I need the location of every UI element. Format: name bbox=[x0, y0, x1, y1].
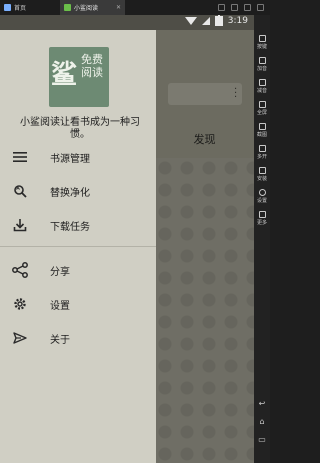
background-tab-label: 发现 bbox=[193, 133, 216, 146]
drawer-item-about[interactable]: 关于 bbox=[0, 323, 156, 353]
logo-big-char: 鲨 bbox=[51, 60, 78, 90]
send-icon bbox=[12, 330, 28, 346]
app-logo: 鲨 免费阅读 bbox=[49, 47, 109, 107]
toolbar-label: 设置 bbox=[256, 198, 267, 204]
toolbar-settings[interactable]: 设置 bbox=[254, 189, 270, 204]
home-icon: ⌂ bbox=[259, 417, 265, 426]
toolbar-label: 全屏 bbox=[256, 110, 267, 116]
toolbar-label: 加音 bbox=[256, 66, 267, 72]
back-icon: ↩ bbox=[258, 399, 266, 408]
minimize-window-icon[interactable] bbox=[231, 4, 238, 11]
menu-window-icon[interactable] bbox=[218, 4, 225, 11]
status-icons: 3:19 bbox=[184, 15, 248, 26]
background-tab-discover: 发现 bbox=[155, 120, 254, 158]
find-replace-icon bbox=[12, 183, 28, 199]
toolbar-label: 按键 bbox=[256, 44, 267, 50]
list-icon bbox=[12, 149, 28, 165]
toolbar-label: 多开 bbox=[256, 154, 267, 160]
gear-icon bbox=[258, 189, 266, 196]
status-bar: 3:19 bbox=[0, 15, 254, 30]
keyboard-icon bbox=[258, 35, 266, 42]
drawer-item-replace[interactable]: 替换净化 bbox=[0, 176, 156, 206]
drawer-item-settings[interactable]: 设置 bbox=[0, 289, 156, 319]
volume-down-icon bbox=[258, 79, 266, 86]
nav-home[interactable]: ⌂ bbox=[254, 417, 270, 426]
install-icon bbox=[258, 167, 266, 174]
drawer-item-label: 替换净化 bbox=[50, 187, 90, 199]
maximize-window-icon[interactable] bbox=[244, 4, 251, 11]
tab-app-label: 小鲨阅读 bbox=[74, 5, 99, 12]
navigation-drawer: 鲨 免费阅读 小鲨阅读让看书成为一种习惯。 书源管理 替换净化 下载任务 分享 … bbox=[0, 30, 156, 463]
android-screen: 3:19 ··· 发现 鲨 免费阅读 小鲨阅读让看书成为一种习惯。 书源管理 bbox=[0, 15, 254, 463]
share-icon bbox=[12, 262, 28, 278]
gear-icon bbox=[12, 296, 28, 312]
fullscreen-icon bbox=[258, 101, 266, 108]
toolbar-install[interactable]: 安装 bbox=[254, 167, 270, 182]
multi-window-icon bbox=[258, 145, 266, 152]
more-icon bbox=[258, 211, 266, 218]
emulator-tab-bar: 首页 小鲨阅读 ✕ bbox=[0, 0, 270, 15]
close-window-icon[interactable] bbox=[257, 4, 264, 11]
app-tagline: 小鲨阅读让看书成为一种习惯。 bbox=[20, 117, 140, 140]
overflow-menu-icon: · · · bbox=[234, 84, 238, 103]
background-app[interactable]: · · · 发现 鲨 免费阅读 小鲨阅读让看书成为一种习惯。 书源管理 替换净化… bbox=[0, 30, 254, 463]
recents-icon: ▭ bbox=[258, 435, 266, 444]
drawer-divider bbox=[0, 246, 156, 247]
drawer-item-label: 下载任务 bbox=[50, 221, 90, 233]
drawer-item-book-sources[interactable]: 书源管理 bbox=[0, 142, 156, 172]
home-icon bbox=[4, 4, 11, 11]
toolbar-label: 更多 bbox=[256, 220, 267, 226]
drawer-item-downloads[interactable]: 下载任务 bbox=[0, 210, 156, 240]
toolbar-label: 截图 bbox=[256, 132, 267, 138]
drawer-item-share[interactable]: 分享 bbox=[0, 255, 156, 285]
toolbar-label: 减音 bbox=[256, 88, 267, 94]
wifi-icon bbox=[184, 17, 197, 25]
toolbar-more[interactable]: 更多 bbox=[254, 211, 270, 226]
drawer-item-label: 分享 bbox=[50, 266, 70, 278]
drawer-item-label: 书源管理 bbox=[50, 153, 90, 165]
nav-recents[interactable]: ▭ bbox=[254, 435, 270, 444]
toolbar-multi[interactable]: 多开 bbox=[254, 145, 270, 160]
volume-up-icon bbox=[258, 57, 266, 64]
toolbar-fullscreen[interactable]: 全屏 bbox=[254, 101, 270, 116]
status-time: 3:19 bbox=[227, 16, 248, 26]
close-tab-icon[interactable]: ✕ bbox=[116, 4, 121, 11]
toolbar-screenshot[interactable]: 截图 bbox=[254, 123, 270, 138]
battery-icon bbox=[214, 15, 223, 26]
background-content bbox=[155, 158, 254, 463]
background-search-bar bbox=[168, 83, 242, 105]
toolbar-keys[interactable]: 按键 bbox=[254, 35, 270, 50]
toolbar-volume-up[interactable]: 加音 bbox=[254, 57, 270, 72]
toolbar-volume-down[interactable]: 减音 bbox=[254, 79, 270, 94]
app-icon bbox=[64, 4, 71, 11]
emulator-toolbar: 按键 加音 减音 全屏 截图 多开 安装 设置 更多 ↩ ⌂ ▭ bbox=[254, 15, 270, 463]
tab-home-label: 首页 bbox=[14, 5, 27, 12]
drawer-item-label: 关于 bbox=[50, 334, 70, 346]
tab-app[interactable]: 小鲨阅读 ✕ bbox=[60, 0, 125, 15]
drawer-item-label: 设置 bbox=[50, 300, 70, 312]
toolbar-label: 安装 bbox=[256, 176, 267, 182]
window-controls bbox=[218, 4, 270, 11]
logo-small-text: 免费阅读 bbox=[81, 53, 103, 79]
tab-home[interactable]: 首页 bbox=[0, 0, 60, 15]
signal-icon bbox=[201, 17, 210, 25]
download-icon bbox=[12, 217, 28, 233]
nav-back[interactable]: ↩ bbox=[254, 399, 270, 408]
scissors-icon bbox=[258, 123, 266, 130]
